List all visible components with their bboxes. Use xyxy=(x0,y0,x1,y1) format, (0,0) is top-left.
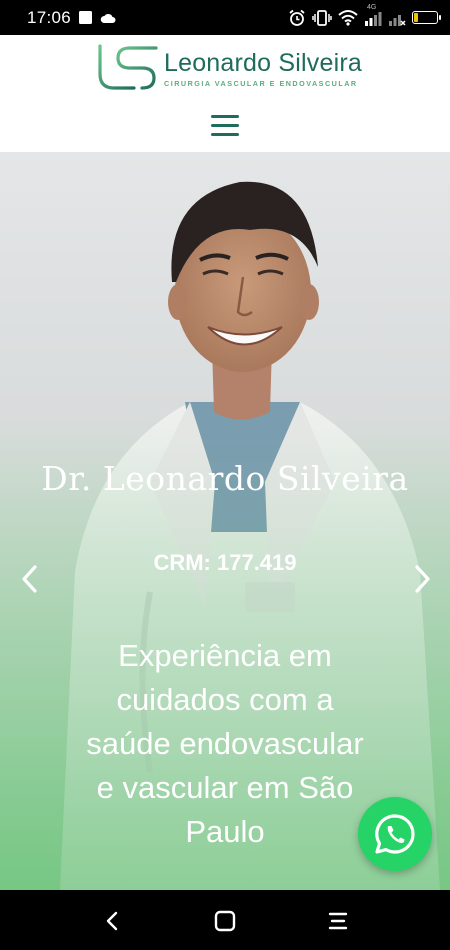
slider-prev-button[interactable] xyxy=(18,564,42,594)
logo-mark-icon xyxy=(98,44,158,90)
brand-name: Leonardo Silveira xyxy=(164,48,362,77)
signal-4g-icon: 4G xyxy=(364,4,382,27)
recents-icon xyxy=(328,912,348,930)
brand-tagline: CIRURGIA VASCULAR E ENDOVASCULAR xyxy=(164,78,358,88)
chevron-left-icon xyxy=(22,565,37,593)
hero-slider: Dr. Leonardo Silveira CRM: 177.419 Exper… xyxy=(0,152,450,890)
vibrate-icon xyxy=(312,9,332,27)
slider-next-button[interactable] xyxy=(410,564,434,594)
notification-square-icon xyxy=(78,10,93,25)
whatsapp-icon xyxy=(375,814,415,854)
hamburger-icon xyxy=(211,115,239,118)
battery-icon: 19 xyxy=(412,11,441,24)
recents-button[interactable] xyxy=(325,908,351,934)
back-icon xyxy=(106,911,118,931)
status-time: 17:06 xyxy=(27,7,72,27)
home-button[interactable] xyxy=(212,908,238,934)
system-navigation-bar xyxy=(0,890,450,950)
whatsapp-button[interactable] xyxy=(358,797,432,871)
status-bar: 17:06 4G 19 xyxy=(0,0,450,35)
hero-tagline: Experiência em cuidados com a saúde endo… xyxy=(86,638,364,849)
hero-crm-number: CRM: 177.419 xyxy=(153,550,297,575)
cloud-icon xyxy=(100,12,116,24)
home-icon xyxy=(214,910,236,932)
back-button[interactable] xyxy=(100,908,126,934)
site-header: Leonardo Silveira CIRURGIA VASCULAR E EN… xyxy=(0,35,450,153)
hamburger-menu-button[interactable] xyxy=(211,115,239,137)
network-type-label: 4G xyxy=(367,3,377,11)
signal-no-service-icon xyxy=(388,9,406,27)
wifi-icon xyxy=(338,9,358,26)
alarm-icon xyxy=(288,9,306,27)
chevron-right-icon xyxy=(415,565,430,593)
site-logo[interactable]: Leonardo Silveira CIRURGIA VASCULAR E EN… xyxy=(96,44,362,92)
battery-level: 19 xyxy=(419,12,430,23)
hero-doctor-name: Dr. Leonardo Silveira xyxy=(41,459,409,498)
